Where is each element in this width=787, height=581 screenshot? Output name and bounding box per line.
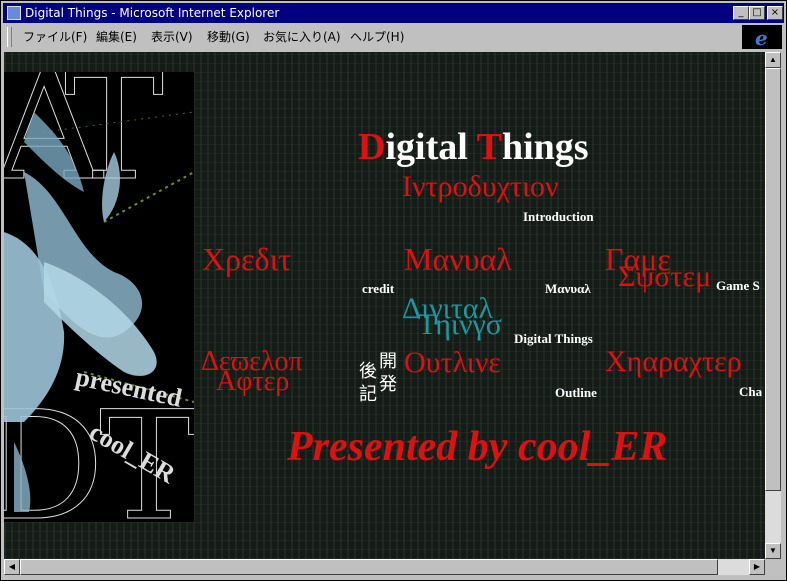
minimize-button[interactable]: _ (733, 6, 749, 20)
menu-bar: ファイル(F) 編集(E) 表示(V) 移動(G) お気に入り(A) ヘルプ(H… (3, 25, 738, 49)
page-title: Digital Things (358, 125, 589, 169)
character-greek-link[interactable]: Χηαραχτερ (605, 345, 742, 379)
menu-view[interactable]: 表示(V) (151, 29, 193, 45)
game-english-link[interactable]: Game S (716, 278, 760, 294)
outline-english-link[interactable]: Outline (555, 385, 597, 401)
page-content: A T D T presented cool_ER Digital Things… (4, 52, 765, 559)
window-title: Digital Things - Microsoft Internet Expl… (25, 6, 280, 20)
browser-icon[interactable] (7, 6, 21, 20)
menu-file[interactable]: ファイル(F) (23, 29, 87, 45)
dt-english-link[interactable]: Digital Things (514, 331, 593, 347)
scroll-down-button[interactable]: ▼ (765, 543, 781, 559)
horizontal-scrollbar[interactable]: ◀ ▶ (4, 559, 765, 575)
scroll-left-button[interactable]: ◀ (4, 559, 20, 575)
ie-logo-icon: e (742, 25, 782, 50)
scroll-right-button[interactable]: ▶ (749, 559, 765, 575)
title-part-1: igital (385, 126, 477, 168)
menu-go[interactable]: 移動(G) (207, 29, 250, 45)
menu-help[interactable]: ヘルプ(H) (350, 29, 404, 45)
intro-english-link[interactable]: Introduction (523, 209, 594, 225)
maximize-button[interactable]: □ (749, 6, 765, 20)
presented-by-text: Presented by cool_ER (287, 424, 668, 470)
character-english-link[interactable]: Cha (739, 384, 762, 400)
scroll-up-button[interactable]: ▲ (765, 52, 781, 68)
jp-char-3[interactable]: 発 (379, 370, 397, 396)
vertical-scroll-thumb[interactable] (765, 68, 781, 491)
horizontal-scroll-thumb[interactable] (20, 559, 718, 575)
menu-grip[interactable] (7, 27, 12, 47)
ie-e-icon: e (755, 26, 768, 50)
dt-greek-link-2[interactable]: Τηινγσ (418, 308, 502, 342)
credit-english-link[interactable]: credit (362, 281, 394, 297)
after-greek-link[interactable]: Αφτερ (216, 366, 289, 398)
title-letter-d: D (358, 126, 386, 168)
title-letter-t: T (476, 126, 502, 168)
title-bar: Digital Things - Microsoft Internet Expl… (3, 3, 784, 23)
jp-char-4[interactable]: 記 (359, 380, 377, 406)
game-greek-link-2[interactable]: Σψστεμ (618, 260, 711, 294)
menu-favorites[interactable]: お気に入り(A) (263, 29, 341, 45)
menu-edit[interactable]: 編集(E) (96, 29, 137, 45)
credit-greek-link[interactable]: Χρεδιτ (202, 241, 291, 278)
close-button[interactable]: × (767, 6, 783, 20)
scrollbar-corner (765, 559, 781, 575)
intro-greek-link[interactable]: Ιντροδυχτιον (402, 170, 559, 204)
manual-english-link[interactable]: Μανυαλ (545, 281, 591, 297)
vertical-scrollbar[interactable]: ▲ ▼ (765, 52, 781, 559)
outline-greek-link[interactable]: Ουτλινε (404, 346, 501, 380)
intro-artwork: A T D T presented cool_ER (4, 72, 194, 522)
manual-greek-link[interactable]: Μανυαλ (404, 241, 512, 278)
title-part-2: hings (501, 126, 589, 168)
